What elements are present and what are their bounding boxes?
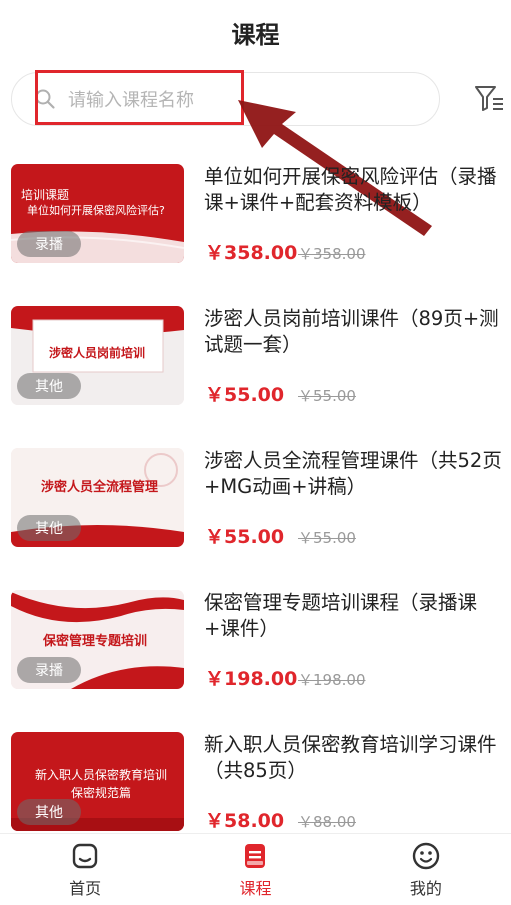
course-title[interactable]: 新入职人员保密教育培训学习课件（共85页） (204, 732, 504, 784)
course-item[interactable]: 新入职人员保密教育培训 保密规范篇 其他 新入职人员保密教育培训学习课件（共85… (0, 718, 511, 838)
tab-courses[interactable]: 课程 (170, 834, 340, 905)
thumb-text: 涉密人员全流程管理 (41, 480, 159, 495)
course-title[interactable]: 涉密人员岗前培训课件（89页+测试题一套） (204, 306, 504, 358)
bottom-tab-bar: 首页 课程 我的 (0, 833, 511, 905)
course-thumbnail: 培训课题 单位如何开展保密风险评估? 录播 (11, 164, 184, 263)
thumb-text: 单位如何开展保密风险评估? (27, 204, 165, 217)
search-box[interactable] (11, 72, 440, 126)
course-price: ￥198.00 (205, 668, 298, 690)
course-item[interactable]: 涉密人员全流程管理 其他 涉密人员全流程管理课件（共52页+MG动画+讲稿） ￥… (0, 434, 511, 554)
filter-icon[interactable] (473, 84, 505, 114)
course-item[interactable]: 保密管理专题培训 录播 保密管理专题培训课程（录播课+课件） ￥198.00 ￥… (0, 576, 511, 696)
thumb-text: 保密管理专题培训 (43, 634, 148, 649)
course-original-price: ￥358.00 (298, 245, 366, 263)
book-icon (245, 843, 266, 868)
course-original-price: ￥88.00 (298, 813, 356, 831)
thumb-text: 涉密人员岗前培训 (49, 346, 146, 360)
course-thumbnail: 涉密人员全流程管理 其他 (11, 448, 184, 547)
search-icon (35, 89, 55, 109)
course-price: ￥358.00 (205, 242, 298, 264)
course-title[interactable]: 单位如何开展保密风险评估（录播课+课件+配套资料模板） (204, 164, 504, 216)
home-icon (72, 843, 98, 868)
course-thumbnail: 新入职人员保密教育培训 保密规范篇 其他 (11, 732, 184, 831)
course-price: ￥55.00 (205, 526, 285, 548)
course-title[interactable]: 保密管理专题培训课程（录播课+课件） (204, 590, 504, 642)
course-original-price: ￥55.00 (298, 529, 356, 547)
smiley-icon (412, 842, 440, 869)
tab-mine[interactable]: 我的 (341, 834, 511, 905)
course-type-badge: 录播 (17, 657, 81, 683)
course-original-price: ￥198.00 (298, 671, 366, 689)
course-title[interactable]: 涉密人员全流程管理课件（共52页+MG动画+讲稿） (204, 448, 504, 500)
top-bar: 课程 (0, 0, 511, 64)
course-type-badge: 其他 (17, 373, 81, 399)
search-row (0, 70, 511, 126)
course-item[interactable]: 涉密人员岗前培训 其他 涉密人员岗前培训课件（89页+测试题一套） ￥55.00… (0, 292, 511, 412)
search-input[interactable] (68, 85, 368, 115)
course-thumbnail: 涉密人员岗前培训 其他 (11, 306, 184, 405)
course-type-badge: 其他 (17, 515, 81, 541)
course-original-price: ￥55.00 (298, 387, 356, 405)
thumb-text: 保密规范篇 (71, 786, 132, 800)
course-item[interactable]: 培训课题 单位如何开展保密风险评估? 录播 单位如何开展保密风险评估（录播课+课… (0, 150, 511, 270)
course-price: ￥55.00 (205, 384, 285, 406)
tab-home[interactable]: 首页 (0, 834, 170, 905)
tab-label: 我的 (409, 878, 442, 898)
course-price: ￥58.00 (205, 810, 285, 832)
course-type-badge: 其他 (17, 799, 81, 825)
tab-label: 首页 (69, 878, 102, 898)
course-thumbnail: 保密管理专题培训 录播 (11, 590, 184, 689)
tab-label: 课程 (239, 878, 272, 898)
course-type-badge: 录播 (17, 231, 81, 257)
page-title: 课程 (231, 20, 280, 49)
thumb-text: 培训课题 (21, 188, 70, 202)
thumb-text: 新入职人员保密教育培训 (35, 768, 168, 782)
